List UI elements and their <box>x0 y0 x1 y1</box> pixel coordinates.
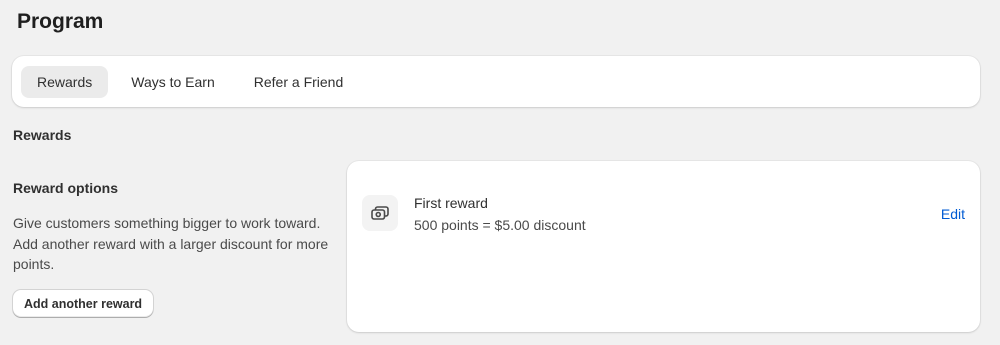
reward-options-description: Give customers something bigger to work … <box>13 215 329 272</box>
reward-detail: 500 points = $5.00 discount <box>414 217 586 233</box>
tab-rewards[interactable]: Rewards <box>21 65 109 98</box>
tab-refer-a-friend[interactable]: Refer a Friend <box>238 66 359 98</box>
page-title: Program <box>17 10 104 33</box>
section-heading: Rewards <box>13 127 72 143</box>
edit-reward-link[interactable]: Edit <box>941 206 965 222</box>
reward-card: First reward 500 points = $5.00 discount… <box>347 161 980 332</box>
add-another-reward-button[interactable]: Add another reward <box>13 290 154 317</box>
tab-bar: Rewards Ways to Earn Refer a Friend <box>12 56 980 107</box>
reward-name: First reward <box>414 195 488 211</box>
reward-options-title: Reward options <box>13 180 119 196</box>
discount-cash-icon <box>362 195 398 231</box>
tab-ways-to-earn[interactable]: Ways to Earn <box>115 66 231 98</box>
